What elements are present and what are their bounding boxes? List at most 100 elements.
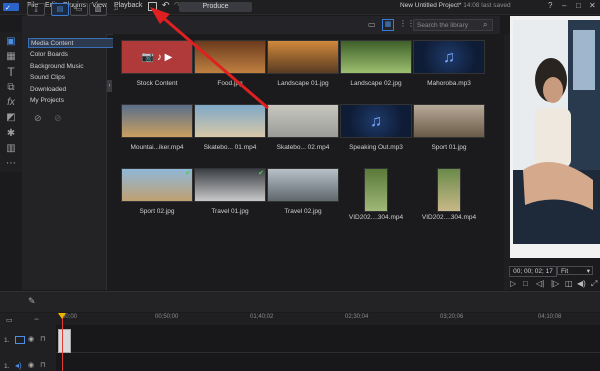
media-tile[interactable]: Landscape 02.jpg — [340, 40, 412, 87]
pip-icon[interactable]: ◩ — [4, 112, 18, 124]
media-tile[interactable]: ✔ Travel 01.jpg — [194, 168, 266, 215]
timeline-ruler[interactable] — [56, 313, 600, 325]
media-tile[interactable]: ♫ Speaking Out.mp3 — [340, 104, 412, 151]
fit-timeline-icon[interactable]: ⇔ — [33, 316, 40, 323]
category-color-boards[interactable]: Color Boards — [30, 51, 68, 58]
music-note-icon: ♫ — [340, 104, 412, 138]
media-tile-label: Food.jpg — [217, 80, 243, 87]
media-tile-label: Skatebo... 01.mp4 — [203, 144, 257, 151]
snapshot-icon[interactable]: ◫ — [565, 279, 573, 288]
remove-tag-icon[interactable]: ⊘ — [54, 113, 62, 124]
track-divider — [56, 352, 600, 353]
produce-button[interactable]: Produce — [179, 2, 252, 12]
media-tile-label: Landscape 01.jpg — [277, 80, 329, 87]
svg-text:✓: ✓ — [5, 4, 11, 12]
category-downloaded[interactable]: Downloaded — [30, 86, 66, 93]
search-icon[interactable]: ⌕ — [483, 20, 487, 30]
timeline-tracks[interactable] — [56, 325, 600, 371]
timeline-clip[interactable] — [58, 329, 71, 353]
media-tile[interactable]: Food.jpg — [194, 40, 266, 87]
zoom-fit-select[interactable]: Fit ▾ — [557, 266, 593, 275]
media-tile-label: Mahoroba.mp3 — [427, 80, 471, 87]
track-manager-icon[interactable]: ▭ — [6, 316, 13, 324]
media-tile[interactable]: Travel 02.jpg — [267, 168, 339, 215]
lock-icon[interactable]: ⊓ — [40, 335, 45, 343]
media-thumbnail — [267, 168, 339, 202]
sort-icon[interactable]: ▭ — [368, 20, 376, 29]
media-tile[interactable]: Skatebo... 02.mp4 — [267, 104, 339, 151]
grid-view-icon[interactable]: ▦ — [382, 19, 394, 31]
play-icon[interactable]: ▷ — [510, 279, 516, 288]
video-track-label: 1. — [4, 337, 10, 344]
undo-icon[interactable]: ↶ — [162, 0, 170, 11]
particle-icon[interactable]: ✱ — [4, 128, 18, 140]
title-room-icon[interactable]: T — [4, 66, 18, 78]
filter-all-icon[interactable]: ▤ — [51, 3, 69, 16]
maximize-icon[interactable]: □ — [576, 1, 581, 10]
media-thumbnail — [267, 40, 339, 74]
collapse-panel-icon[interactable]: ‹ — [107, 80, 112, 92]
fx-icon[interactable]: fx — [4, 97, 18, 109]
playhead-line[interactable] — [62, 316, 63, 371]
visibility-eye-icon[interactable]: ◉ — [28, 335, 34, 343]
media-tile-label: Sport 01.jpg — [431, 144, 467, 151]
media-tile[interactable]: VID202....304.mp4 — [340, 168, 412, 221]
tag-icon[interactable]: ⊘ — [34, 113, 42, 124]
next-frame-icon[interactable]: |▷ — [551, 279, 559, 288]
media-thumbnail — [121, 168, 193, 202]
media-tile[interactable]: ♫ Mahoroba.mp3 — [413, 40, 485, 87]
undock-icon[interactable]: ⤢ — [591, 279, 597, 289]
media-tile[interactable]: Sport 01.jpg — [413, 104, 485, 151]
ruler-tick: 01;40;02 — [250, 314, 274, 320]
project-title: New Untitled Project* 14:08 last saved — [400, 2, 511, 9]
library-category-panel — [22, 34, 107, 290]
help-icon[interactable]: ? — [548, 1, 552, 10]
category-media-content[interactable]: Media Content — [28, 38, 114, 48]
previous-frame-icon[interactable]: ◁| — [536, 279, 544, 288]
category-sound-clips[interactable]: Sound Clips — [30, 74, 65, 81]
audio-lock-icon[interactable]: ⊓ — [40, 361, 45, 369]
filter-image-icon[interactable]: ▨ — [89, 3, 107, 16]
media-tile[interactable]: Skatebo... 01.mp4 — [194, 104, 266, 151]
media-tile[interactable]: ✔ Sport 02.jpg — [121, 168, 193, 215]
media-tile-label: Travel 02.jpg — [284, 208, 322, 215]
more-icon[interactable]: ⋯ — [4, 158, 18, 170]
media-tile[interactable]: VID202....304.mp4 — [413, 168, 485, 221]
audio-track-icon: ◂) — [15, 361, 22, 370]
playhead-handle[interactable] — [58, 313, 66, 319]
chevron-down-icon: ▾ — [586, 268, 590, 275]
edit-tools-icon[interactable]: ✎ — [28, 296, 36, 307]
media-tile-label: Stock Content — [136, 80, 178, 87]
music-note-icon: ♫ — [413, 40, 485, 74]
media-tile[interactable]: 📷 ♪ ▶ Stock Content — [121, 40, 193, 87]
minimize-icon[interactable]: – — [562, 1, 566, 10]
import-media-icon[interactable]: ⤓ — [27, 3, 45, 16]
project-name: New Untitled Project* — [400, 2, 462, 9]
timecode-display[interactable]: 00; 00; 02; 17 — [509, 266, 557, 277]
media-room-icon[interactable]: ▣ — [4, 36, 18, 48]
capture-icon[interactable] — [148, 2, 157, 11]
filter-audio-icon[interactable]: ♫ — [108, 3, 124, 14]
audio-visibility-eye-icon[interactable]: ◉ — [28, 361, 34, 369]
media-thumbnail — [340, 40, 412, 74]
project-save-status: 14:08 last saved — [461, 2, 511, 9]
volume-icon[interactable]: ◀) — [577, 279, 586, 288]
effects-icon[interactable]: ▦ — [4, 51, 18, 63]
close-icon[interactable]: ✕ — [589, 1, 596, 10]
media-tile-label: Skatebo... 02.mp4 — [276, 144, 330, 151]
ruler-tick: 02;30;04 — [345, 314, 369, 320]
category-background-music[interactable]: Background Music — [30, 63, 83, 70]
library-search-input[interactable]: Search the library — [413, 19, 493, 31]
filter-video-icon[interactable]: ▭ — [70, 3, 88, 16]
category-my-projects[interactable]: My Projects — [30, 97, 64, 104]
audio-mix-icon[interactable]: ▥ — [4, 143, 18, 155]
app-logo-icon: ✓ — [3, 3, 19, 12]
media-grid: 📷 ♪ ▶ Stock Content Food.jpg Landscape 01.j… — [113, 34, 501, 290]
media-tile[interactable]: Mountai...iker.mp4 — [121, 104, 193, 151]
stop-icon[interactable]: □ — [523, 279, 528, 288]
ruler-tick: 04;10;08 — [538, 314, 562, 320]
media-tile[interactable]: Landscape 01.jpg — [267, 40, 339, 87]
transition-icon[interactable]: ⧉ — [4, 82, 18, 94]
media-thumbnail — [121, 104, 193, 138]
stock-content-thumbnail: 📷 ♪ ▶ — [121, 40, 193, 74]
